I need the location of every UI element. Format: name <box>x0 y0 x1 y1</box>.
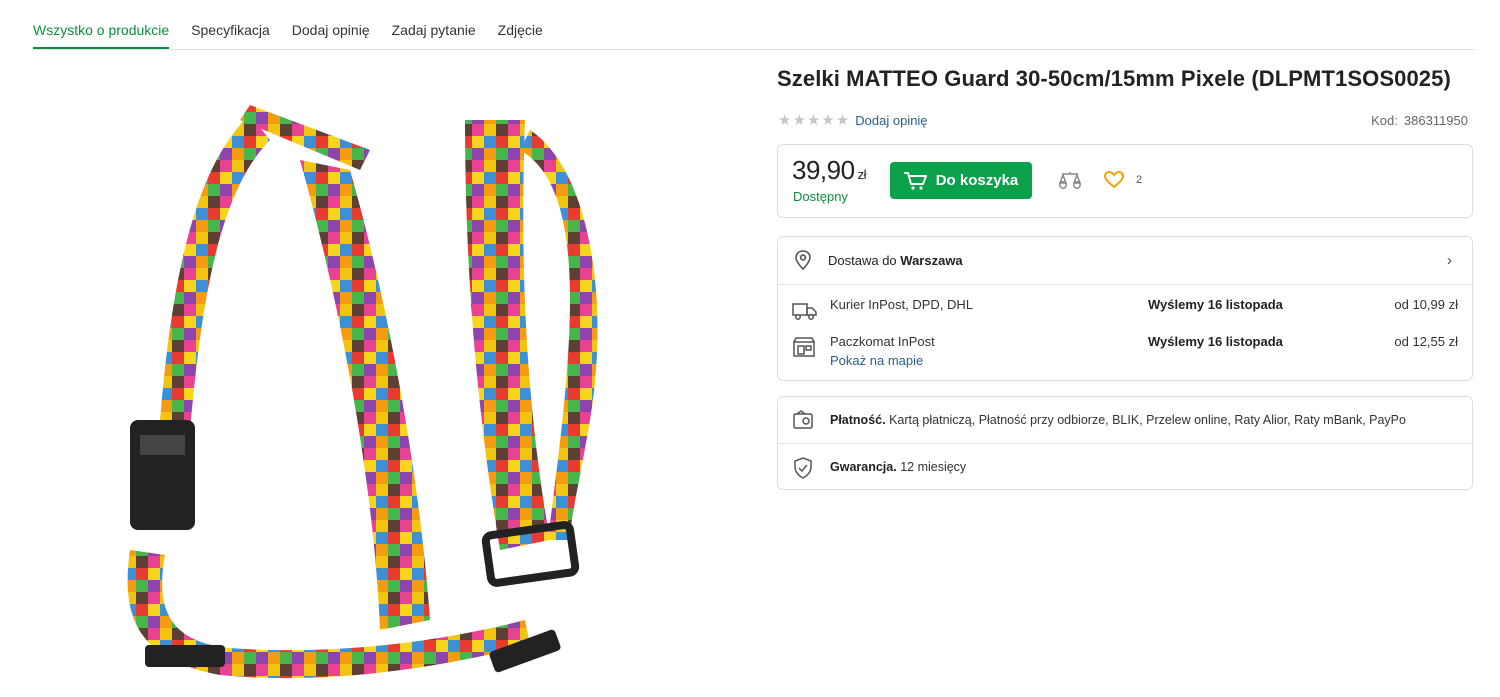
rating-stars: ★ ★ ★ ★ ★ <box>778 113 849 128</box>
location-pin-icon <box>794 250 812 275</box>
delivery-option-cost: od 12,55 zł <box>1394 334 1458 349</box>
price-currency: zł <box>857 167 867 182</box>
buy-box: 39,90 zł Dostępny Do koszyka 2 <box>777 144 1473 218</box>
product-code-label: Kod: <box>1371 112 1398 128</box>
star-icon: ★ <box>835 111 850 129</box>
delivery-city: Warszawa <box>900 253 963 268</box>
product-image[interactable] <box>100 100 660 695</box>
warranty-info: Gwarancja. 12 miesięcy <box>778 444 1472 490</box>
delivery-option-date: Wyślemy 16 listopada <box>1148 297 1283 312</box>
delivery-option-courier: Kurier InPost, DPD, DHL Wyślemy 16 listo… <box>778 297 1472 327</box>
delivery-prefix: Dostawa do <box>828 253 897 268</box>
truck-icon <box>792 301 818 326</box>
delivery-option-name: Paczkomat InPost <box>830 334 935 349</box>
rating-row: ★ ★ ★ ★ ★ Dodaj opinię Kod: 386311950 <box>778 110 1468 130</box>
tab-specification[interactable]: Specyfikacja <box>191 22 270 49</box>
show-on-map-link[interactable]: Pokaż na mapie <box>830 353 923 368</box>
payment-label: Płatność. <box>830 413 886 427</box>
add-to-cart-button[interactable]: Do koszyka <box>890 162 1032 199</box>
star-icon: ★ <box>778 111 792 129</box>
star-icon: ★ <box>821 111 835 129</box>
add-to-cart-label: Do koszyka <box>935 172 1019 189</box>
payment-text: Płatność. Kartą płatniczą, Płatność przy… <box>830 413 1406 427</box>
product-code: Kod: 386311950 <box>1371 113 1468 128</box>
delivery-box: Dostawa do Warszawa › Kurier InPost, DPD… <box>777 236 1473 381</box>
delivery-option-cost: od 10,99 zł <box>1394 297 1458 312</box>
tab-ask-question[interactable]: Zadaj pytanie <box>392 22 476 49</box>
cart-icon <box>903 171 927 190</box>
pet-harness-image <box>127 105 598 679</box>
warranty-value: 12 miesięcy <box>900 460 967 474</box>
tab-add-review[interactable]: Dodaj opinię <box>292 22 370 49</box>
favorites-count: 2 <box>1136 174 1143 186</box>
product-tabs: Wszystko o produkcie Specyfikacja Dodaj … <box>33 0 1475 50</box>
price-value: 39,90 <box>792 155 855 185</box>
warranty-label: Gwarancja. <box>830 460 897 474</box>
delivery-option-date: Wyślemy 16 listopada <box>1148 334 1283 349</box>
parcel-locker-icon <box>792 336 816 363</box>
availability-status: Dostępny <box>793 189 848 204</box>
product-code-value: 386311950 <box>1403 112 1468 128</box>
warranty-text: Gwarancja. 12 miesięcy <box>830 460 966 474</box>
price: 39,90 zł <box>792 155 866 186</box>
wallet-icon <box>792 410 814 435</box>
delivery-location-selector[interactable]: Dostawa do Warszawa › <box>778 237 1472 285</box>
delivery-option-parcel-locker: Paczkomat InPost Pokaż na mapie Wyślemy … <box>778 334 1472 368</box>
compare-icon[interactable] <box>1058 170 1082 195</box>
payment-warranty-box: Płatność. Kartą płatniczą, Płatność przy… <box>777 396 1473 490</box>
star-icon: ★ <box>792 111 806 129</box>
favorite-heart-icon[interactable] <box>1103 170 1125 194</box>
shield-check-icon <box>792 457 814 484</box>
tab-all-about-product[interactable]: Wszystko o produkcie <box>33 22 170 49</box>
payment-info: Płatność. Kartą płatniczą, Płatność przy… <box>778 397 1472 444</box>
product-title: Szelki MATTEO Guard 30-50cm/15mm Pixele … <box>777 66 1451 91</box>
star-icon: ★ <box>806 111 821 129</box>
payment-methods: Kartą płatniczą, Płatność przy odbiorze,… <box>889 413 1406 427</box>
add-review-link[interactable]: Dodaj opinię <box>855 113 927 128</box>
delivery-location-text: Dostawa do Warszawa <box>828 253 963 268</box>
delivery-option-name: Kurier InPost, DPD, DHL <box>830 297 974 312</box>
chevron-right-icon: › <box>1447 252 1452 269</box>
tab-photos[interactable]: Zdjęcie <box>498 22 543 49</box>
